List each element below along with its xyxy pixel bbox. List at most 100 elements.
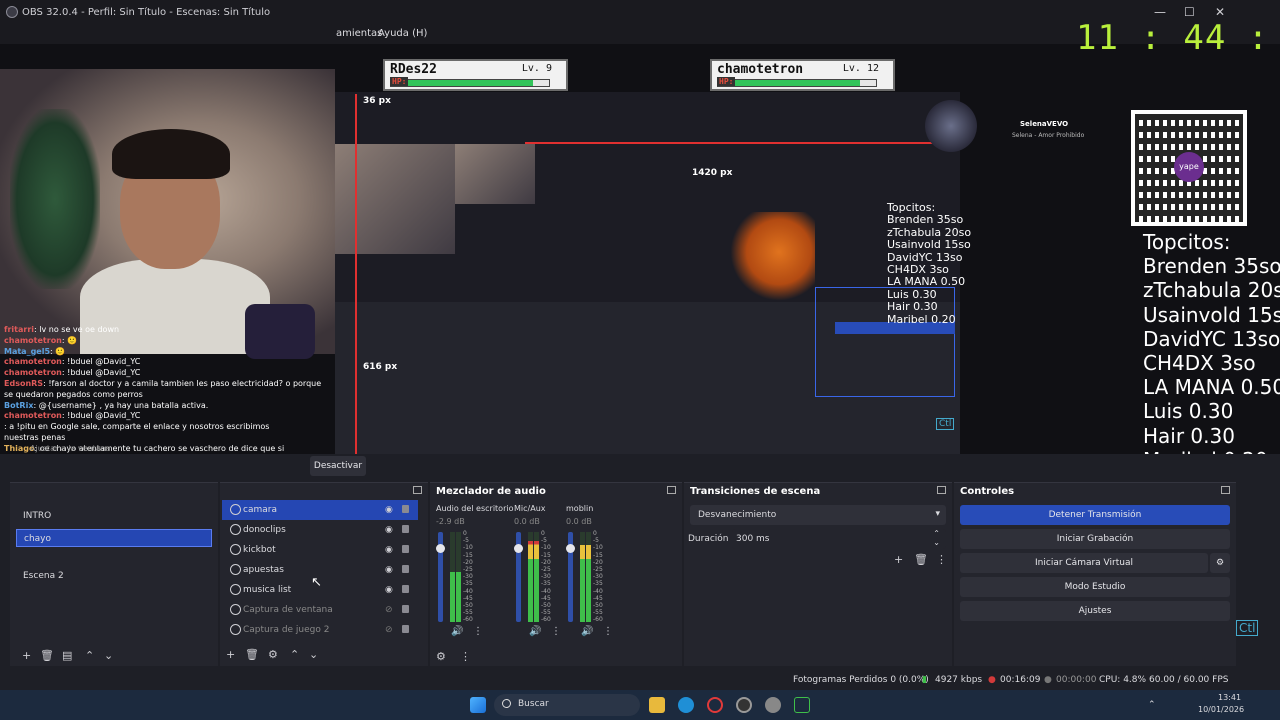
source-item[interactable]: Captura de ventana ⊘	[222, 600, 418, 620]
chat-username: chamotetron	[4, 335, 62, 345]
lock-icon[interactable]	[402, 585, 409, 593]
source-label: donoclips	[243, 525, 286, 535]
minimize-icon[interactable]: —	[1154, 5, 1166, 19]
db-scale-tick: -20	[593, 558, 603, 566]
move-up-icon[interactable]: ⌃	[85, 649, 94, 662]
settings-taskbar-icon[interactable]	[765, 697, 781, 713]
settings-button[interactable]: Ajustes	[960, 601, 1230, 621]
duration-stepper[interactable]: 300 ms ⌃ ⌄	[732, 529, 946, 549]
eye-hidden-icon[interactable]: ⊘	[385, 605, 393, 615]
panel-float-icon[interactable]	[1221, 486, 1230, 494]
lock-icon[interactable]	[402, 625, 409, 633]
panel-float-icon[interactable]	[413, 486, 422, 494]
db-scale-tick: -45	[463, 594, 473, 602]
eye-icon[interactable]: ◉	[385, 525, 393, 535]
webcam-feed	[0, 69, 335, 359]
menu-tools[interactable]: amientas	[336, 28, 382, 39]
source-item[interactable]: donoclips ◉	[222, 520, 418, 540]
player-name: RDes22	[390, 62, 437, 77]
volume-fader-handle[interactable]	[436, 544, 445, 553]
channel-db: 0.0 dB	[514, 517, 540, 526]
lock-icon[interactable]	[402, 565, 409, 573]
opera-browser-icon[interactable]	[707, 697, 723, 713]
windows-start-icon[interactable]	[470, 697, 486, 713]
taskbar-time: 13:41	[1218, 693, 1242, 702]
remove-source-icon[interactable]: 🗑	[245, 648, 259, 661]
menu-help[interactable]: Ayuda (H)	[378, 28, 427, 39]
lock-icon[interactable]	[402, 505, 409, 513]
edge-browser-icon[interactable]	[678, 697, 694, 713]
eye-icon[interactable]: ◉	[385, 505, 393, 515]
speaker-icon[interactable]: 🔊	[581, 626, 593, 637]
eye-hidden-icon[interactable]: ⊘	[385, 625, 393, 635]
remove-transition-icon[interactable]: 🗑	[914, 553, 928, 566]
taskbar-search[interactable]: Buscar	[494, 694, 640, 716]
add-source-icon[interactable]: +	[226, 648, 235, 661]
tray-chevron-icon[interactable]: ⌃	[1148, 700, 1156, 710]
scene-item[interactable]: chayo	[16, 529, 212, 547]
obs-taskbar-icon[interactable]	[736, 697, 752, 713]
chat-message: BotRix: @{username} , ya hay una batalla…	[4, 401, 208, 411]
camera-icon	[230, 504, 241, 515]
db-scale-tick: -25	[541, 566, 551, 574]
source-properties-icon[interactable]: ⚙	[268, 648, 278, 661]
eye-icon[interactable]: ◉	[385, 585, 393, 595]
kick-studio-icon[interactable]	[794, 697, 810, 713]
close-icon[interactable]: ✕	[1215, 5, 1225, 19]
volume-fader-handle[interactable]	[514, 544, 523, 553]
source-item[interactable]: Captura de juego 2 ⊘	[222, 620, 418, 640]
db-scale-tick: -35	[541, 580, 551, 588]
taskbar-date: 10/01/2026	[1198, 705, 1245, 714]
virtual-camera-settings-icon[interactable]: ⚙	[1210, 553, 1230, 573]
scene-filter-icon[interactable]: ▤	[62, 649, 72, 662]
transition-menu-icon[interactable]: ⋮	[936, 553, 947, 566]
transition-select[interactable]: Desvanecimiento ▾	[690, 505, 946, 525]
channel-menu-icon[interactable]: ⋮	[473, 626, 483, 637]
channel-menu-icon[interactable]: ⋮	[603, 626, 613, 637]
speaker-icon[interactable]: 🔊	[529, 626, 541, 637]
lock-icon[interactable]	[402, 545, 409, 553]
channel-name: moblin	[566, 504, 594, 513]
eye-icon[interactable]: ◉	[385, 545, 393, 555]
topcito-entry: Luis 0.30	[1143, 399, 1234, 424]
music-artist: SelenaVEVO	[1020, 120, 1069, 128]
start-virtual-camera-button[interactable]: Iniciar Cámara Virtual	[960, 553, 1208, 573]
source-up-icon[interactable]: ⌃	[290, 648, 299, 661]
scene-item[interactable]: INTRO	[16, 507, 212, 525]
ctl-badge: Ctl	[936, 418, 955, 430]
maximize-icon[interactable]: ☐	[1184, 5, 1195, 19]
vu-meter-level	[450, 572, 455, 622]
file-explorer-icon[interactable]	[649, 697, 665, 713]
remove-scene-icon[interactable]: 🗑	[40, 649, 54, 662]
chevron-up-icon[interactable]: ⌃	[933, 529, 940, 538]
source-down-icon[interactable]: ⌄	[309, 648, 318, 661]
scene-item[interactable]: Escena 2	[16, 567, 212, 585]
channel-menu-icon[interactable]: ⋮	[551, 626, 561, 637]
db-scale-tick: -30	[593, 573, 603, 581]
lock-icon[interactable]	[402, 605, 409, 613]
chat-text: se quedaron pegados como perros	[4, 389, 143, 399]
chevron-down-icon[interactable]: ⌄	[933, 538, 940, 547]
source-item[interactable]: camara ◉	[222, 500, 418, 520]
studio-mode-button[interactable]: Modo Estudio	[960, 577, 1230, 597]
move-down-icon[interactable]: ⌄	[104, 649, 113, 662]
db-scale-tick: -30	[541, 573, 551, 581]
volume-fader-handle[interactable]	[566, 544, 575, 553]
lock-icon[interactable]	[402, 525, 409, 533]
overlay-clock: 11 : 44 : 12	[1076, 18, 1280, 58]
add-transition-icon[interactable]: +	[894, 553, 903, 566]
mixer-menu-icon[interactable]: ⋮	[460, 650, 471, 663]
mixer-settings-icon[interactable]: ⚙	[436, 650, 446, 663]
db-scale-tick: -60	[593, 616, 603, 624]
deactivate-button[interactable]: Desactivar	[310, 456, 366, 476]
stop-stream-button[interactable]: Detener Transmisión	[960, 505, 1230, 525]
source-item[interactable]: kickbot ◉	[222, 540, 418, 560]
panel-float-icon[interactable]	[937, 486, 946, 494]
panel-float-icon[interactable]	[667, 486, 676, 494]
speaker-icon[interactable]: 🔊	[451, 626, 463, 637]
add-scene-icon[interactable]: +	[22, 649, 31, 662]
start-recording-button[interactable]: Iniciar Grabación	[960, 529, 1230, 549]
player-level: Lv. 12	[842, 63, 879, 74]
channel-name: Mic/Aux	[514, 504, 546, 513]
eye-icon[interactable]: ◉	[385, 565, 393, 575]
